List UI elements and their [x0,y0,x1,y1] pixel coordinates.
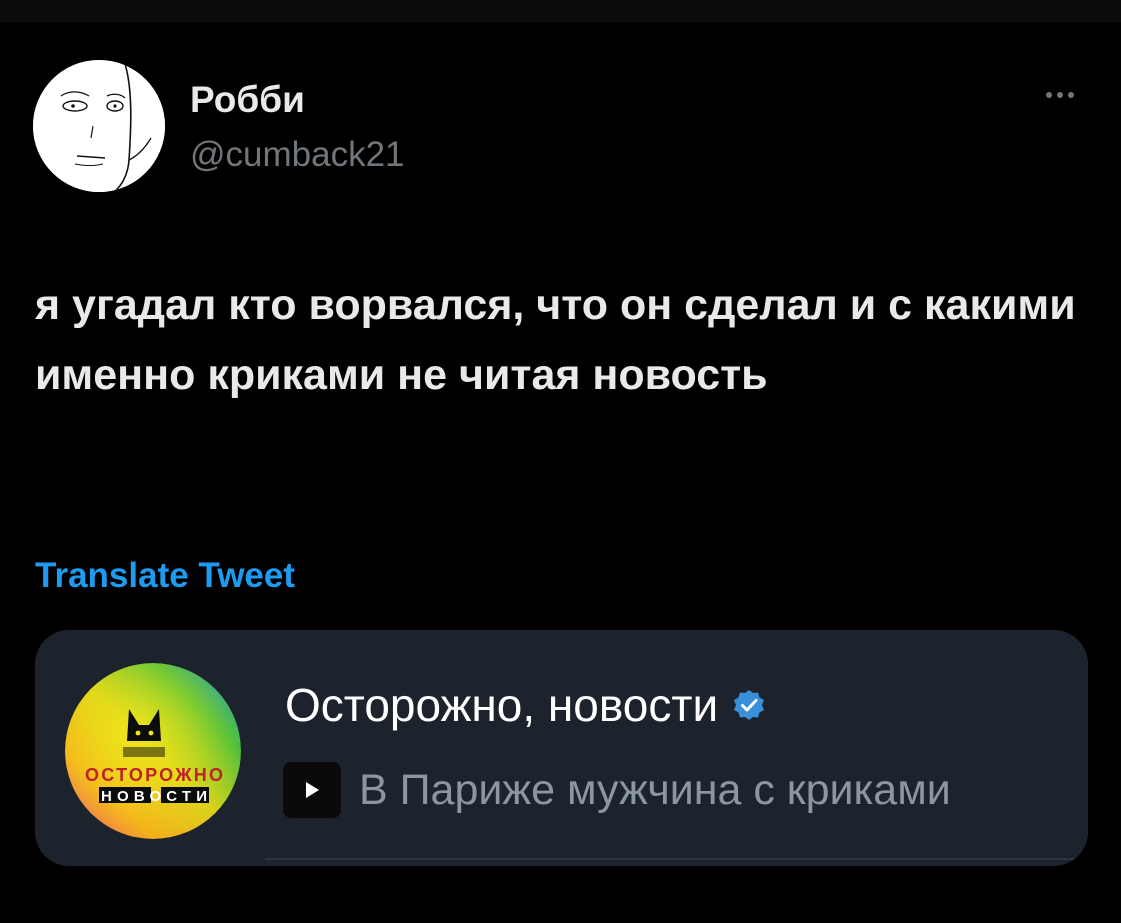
more-options-button[interactable] [1030,80,1090,110]
message-preview[interactable]: В Париже мужчина с криками [283,762,951,818]
embedded-channel-card[interactable]: ОСТОРОЖНО НОВОСТИ Осторожно, новости В П… [35,630,1088,866]
channel-name-text: Осторожно, новости [285,679,719,731]
verified-badge-icon [734,690,765,720]
avatar-sketch-face-icon [33,60,165,192]
author-handle[interactable]: @cumback21 [190,136,405,174]
channel-avatar[interactable]: ОСТОРОЖНО НОВОСТИ [65,663,241,839]
translate-tweet-link[interactable]: Translate Tweet [35,555,295,597]
more-dots-icon [1057,92,1063,98]
preview-text: В Париже мужчина с криками [359,766,951,814]
video-thumbnail[interactable] [283,762,341,818]
top-strip [0,0,1121,22]
play-video-icon [306,782,319,798]
author-display-name[interactable]: Робби [190,80,305,120]
channel-logo-icon: ОСТОРОЖНО НОВОСТИ [65,663,241,839]
author-avatar[interactable] [33,60,165,192]
more-dots-icon [1046,92,1052,98]
channel-name[interactable]: Осторожно, новости [285,680,766,730]
card-divider [265,858,1088,860]
tweet-text: я угадал кто ворвался, что он сделал и с… [35,281,1076,399]
more-dots-icon [1068,92,1074,98]
svg-text:ОСТОРОЖНО: ОСТОРОЖНО [85,765,223,785]
